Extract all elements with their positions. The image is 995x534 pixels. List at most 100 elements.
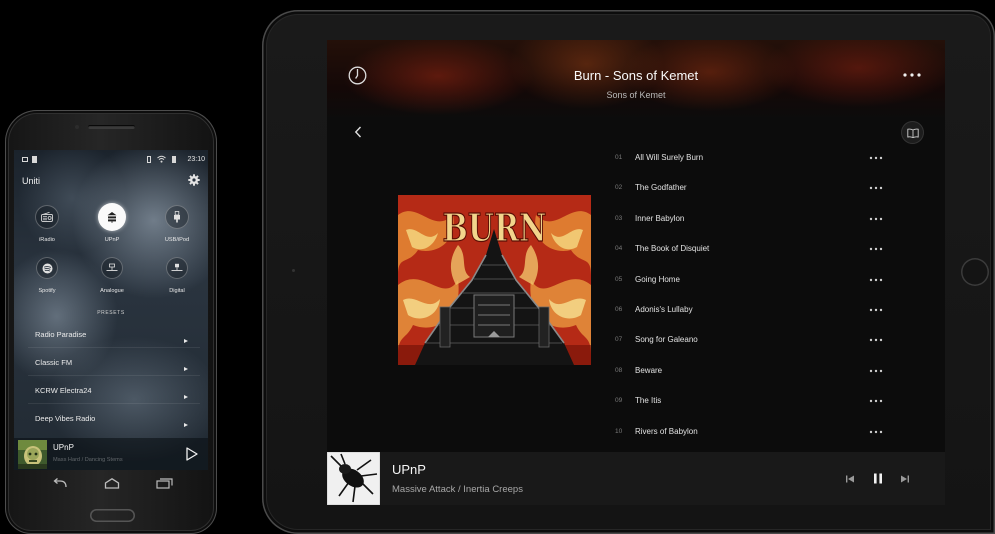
status-bar: 23:10 <box>14 150 208 168</box>
tablet-camera <box>292 269 295 272</box>
track-row[interactable]: 04 The Book of Disquiet <box>607 239 897 259</box>
notification-icon <box>32 156 37 163</box>
source-circle[interactable] <box>35 205 59 229</box>
track-title: Adonis's Lullaby <box>635 305 693 314</box>
phone-screen: 23:10 Uniti iRadio UPnP USB/iPod Spotify… <box>14 150 208 470</box>
divider <box>28 403 200 404</box>
previous-icon[interactable] <box>845 475 855 483</box>
tablet-home-button[interactable] <box>961 258 989 286</box>
phone-speaker <box>88 125 135 129</box>
track-title: Going Home <box>635 274 680 284</box>
source-circle[interactable] <box>101 257 123 279</box>
chevron-right-icon <box>184 395 188 399</box>
battery-icon <box>172 156 176 163</box>
usb-icon <box>173 211 181 223</box>
track-title: Beware <box>635 365 663 375</box>
chevron-right-icon <box>184 339 188 343</box>
home-icon[interactable] <box>104 478 120 489</box>
track-row[interactable]: 06 Adonis's Lullaby <box>607 300 897 320</box>
preset-item[interactable]: KCRW Electra24 <box>14 383 208 409</box>
track-title: The Godfather <box>635 183 687 193</box>
tablet-device: Burn - Sons of Kemet Sons of Kemet BURN … <box>262 10 995 534</box>
chevron-right-icon <box>184 423 188 427</box>
back-icon[interactable] <box>52 478 68 489</box>
now-playing-source: UPnP <box>392 462 426 477</box>
digital-input-icon <box>171 263 183 273</box>
track-number: 02 <box>615 184 623 192</box>
source-digital[interactable]: Digital <box>147 257 207 297</box>
track-number: 08 <box>615 366 623 374</box>
now-playing-artwork <box>327 452 380 505</box>
preset-label: Deep Vibes Radio <box>35 414 96 423</box>
source-circle[interactable] <box>166 257 188 279</box>
source-analogue[interactable]: Analogue <box>82 257 142 297</box>
gear-icon[interactable] <box>188 174 200 186</box>
track-row[interactable]: 03 Inner Babylon <box>607 209 897 229</box>
more-options-icon[interactable] <box>869 247 883 251</box>
pause-icon[interactable] <box>873 473 883 484</box>
source-label: Spotify <box>38 288 56 294</box>
source-usb[interactable]: USB/iPod <box>147 205 207 247</box>
recents-icon[interactable] <box>156 478 173 489</box>
more-options-icon[interactable] <box>869 217 883 221</box>
source-label: Digital <box>169 288 185 294</box>
more-options-icon[interactable] <box>869 430 883 434</box>
track-row[interactable]: 08 Beware <box>607 361 897 381</box>
now-playing-subtitle: Massive Attack / Inertia Creeps <box>392 484 523 495</box>
more-options-icon[interactable] <box>869 278 883 282</box>
wifi-icon <box>157 155 166 163</box>
track-title: All Will Surely Burn <box>635 153 704 162</box>
more-options-icon[interactable] <box>869 369 883 373</box>
more-options-icon[interactable] <box>869 399 883 403</box>
presets-heading: PRESETS <box>97 310 125 316</box>
track-row[interactable]: 09 The Itis <box>607 391 897 411</box>
track-number: 03 <box>615 214 623 222</box>
phone-home-button[interactable] <box>90 509 135 522</box>
source-iradio[interactable]: iRadio <box>17 205 77 247</box>
track-number: 07 <box>615 336 623 344</box>
preset-item[interactable]: Classic FM <box>14 355 208 381</box>
track-row[interactable]: 01 All Will Surely Burn <box>607 148 897 168</box>
radio-icon <box>41 212 53 222</box>
preset-label: Radio Paradise <box>35 330 87 339</box>
track-number: 01 <box>615 154 623 161</box>
divider <box>28 347 200 348</box>
more-options-icon[interactable] <box>869 338 883 342</box>
track-row[interactable]: 07 Song for Galeano <box>607 330 897 350</box>
track-title: Inner Babylon <box>635 213 685 223</box>
now-playing-artwork <box>18 440 47 469</box>
track-row[interactable]: 05 Going Home <box>607 270 897 290</box>
chevron-right-icon <box>184 367 188 371</box>
divider <box>28 375 200 376</box>
track-number: 05 <box>615 275 623 283</box>
phone-sensor <box>75 125 79 129</box>
track-title: Song for Galeano <box>635 335 698 345</box>
play-icon[interactable] <box>186 447 198 461</box>
source-label: USB/iPod <box>164 237 190 243</box>
source-label: iRadio <box>39 237 55 243</box>
source-circle[interactable] <box>36 257 58 279</box>
source-circle-selected[interactable] <box>98 203 126 231</box>
track-title: The Book of Disquiet <box>635 244 710 254</box>
tablet-screen: Burn - Sons of Kemet Sons of Kemet BURN … <box>327 40 945 505</box>
source-label: Analogue <box>100 288 124 294</box>
more-options-icon[interactable] <box>869 156 883 160</box>
now-playing-bar[interactable]: UPnP Mass Hard / Dancing Stems <box>14 438 208 470</box>
now-playing-bar[interactable]: UPnP Massive Attack / Inertia Creeps <box>327 452 945 505</box>
preset-label: KCRW Electra24 <box>35 386 92 395</box>
more-options-icon[interactable] <box>869 186 883 190</box>
source-circle[interactable] <box>165 205 189 229</box>
next-icon[interactable] <box>900 475 910 483</box>
preset-item[interactable]: Deep Vibes Radio <box>14 411 208 437</box>
analogue-input-icon <box>106 263 118 273</box>
track-row[interactable]: 02 The Godfather <box>607 178 897 198</box>
now-playing-source: UPnP <box>53 443 74 452</box>
more-options-icon[interactable] <box>869 308 883 312</box>
now-playing-subtitle: Mass Hard / Dancing Stems <box>53 457 123 463</box>
preset-label: Classic FM <box>35 358 73 367</box>
source-upnp[interactable]: UPnP <box>82 203 142 247</box>
status-time: 23:10 <box>187 156 205 163</box>
source-spotify[interactable]: Spotify <box>17 257 77 297</box>
preset-item[interactable]: Radio Paradise <box>14 327 208 353</box>
track-row[interactable]: 10 Rivers of Babylon <box>607 422 897 442</box>
